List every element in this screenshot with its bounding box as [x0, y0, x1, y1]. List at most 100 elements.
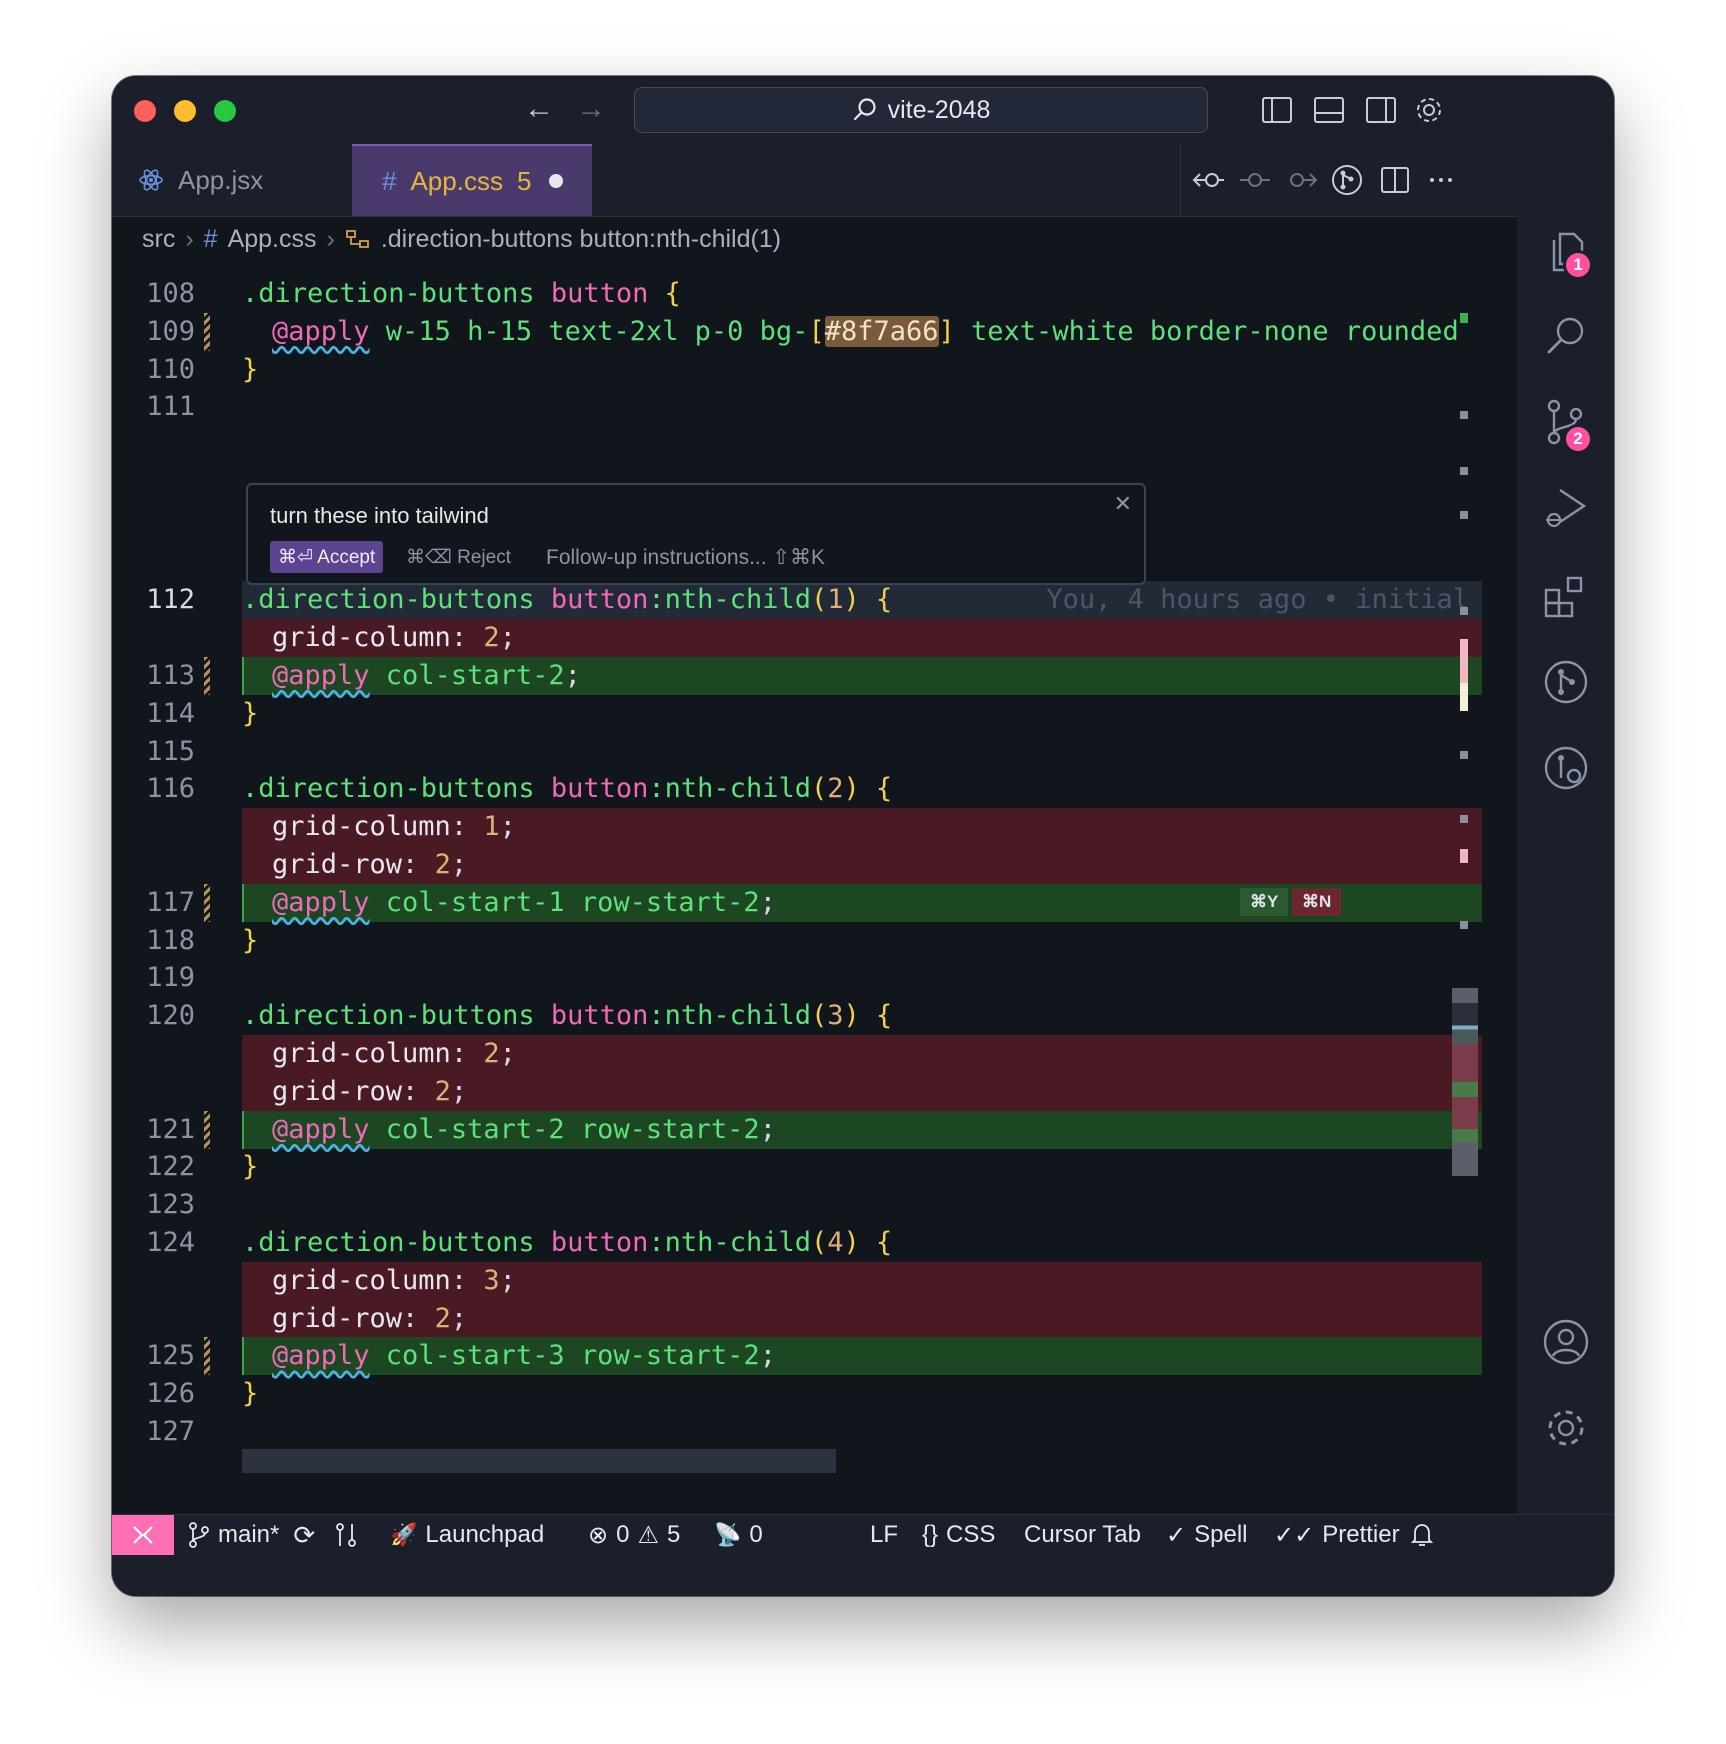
- settings-gear-icon[interactable]: [1412, 93, 1446, 127]
- accept-button[interactable]: ⌘⏎ Accept: [270, 541, 384, 573]
- horizontal-scrollbar[interactable]: [242, 1449, 836, 1473]
- git-modified-gutter-mark[interactable]: [204, 883, 210, 922]
- tab-app-jsx[interactable]: App.jsx: [112, 144, 352, 216]
- code-token: grid-column: [272, 622, 451, 654]
- search-icon: [853, 98, 876, 121]
- code-line[interactable]: 120 .direction-buttons button:nth-child(3…: [112, 997, 1517, 1035]
- git-history-icon[interactable]: [1542, 744, 1590, 792]
- toggle-secondary-sidebar-icon[interactable]: [1364, 93, 1398, 127]
- code-line[interactable]: grid-column: 2;: [112, 1035, 1517, 1073]
- command-center-search[interactable]: vite-2048: [634, 87, 1208, 133]
- back-arrow-icon[interactable]: ←: [524, 94, 554, 124]
- reject-change-chip[interactable]: ⌘N: [1292, 887, 1342, 916]
- code-line[interactable]: grid-column: 3;: [112, 1261, 1517, 1300]
- git-modified-gutter-mark[interactable]: [204, 312, 210, 351]
- git-branch-icon: [189, 1522, 209, 1548]
- code-line[interactable]: 127: [112, 1413, 1517, 1451]
- split-editor-icon[interactable]: [1377, 162, 1413, 198]
- git-commit-icon[interactable]: [1237, 162, 1273, 198]
- code-line[interactable]: 125 @apply col-start-3 row-start-2;: [112, 1337, 1517, 1376]
- code-line[interactable]: grid-column: 1;: [112, 808, 1517, 847]
- go-to-next-change-icon[interactable]: [1283, 162, 1319, 198]
- cursor-tab-indicator[interactable]: Cursor Tab: [1024, 1515, 1141, 1555]
- hash-icon: #: [203, 225, 218, 253]
- git-modified-gutter-mark[interactable]: [204, 1110, 210, 1149]
- git-modified-gutter-mark[interactable]: [204, 657, 210, 695]
- language-indicator[interactable]: {} CSS: [922, 1515, 995, 1555]
- line-number: 110: [146, 353, 195, 385]
- breadcrumb-folder[interactable]: src: [142, 225, 175, 254]
- code-line[interactable]: 113 @apply col-start-2;: [112, 657, 1517, 695]
- close-window-button[interactable]: [134, 100, 156, 122]
- run-and-debug-icon[interactable]: [1542, 484, 1590, 532]
- zoom-window-button[interactable]: [214, 100, 236, 122]
- more-actions-icon[interactable]: [1423, 162, 1459, 198]
- forward-arrow-icon[interactable]: →: [576, 94, 606, 124]
- accept-change-chip[interactable]: ⌘Y: [1240, 887, 1289, 916]
- code-line[interactable]: grid-column: 2;: [112, 619, 1517, 658]
- git-graph-icon[interactable]: [1329, 162, 1365, 198]
- close-icon[interactable]: ✕: [1114, 491, 1132, 517]
- code-line[interactable]: 121 @apply col-start-2 row-start-2;: [112, 1110, 1517, 1149]
- code-line[interactable]: 111: [112, 388, 1517, 426]
- unsaved-dot-icon[interactable]: [549, 174, 564, 188]
- code-token: }: [242, 353, 259, 385]
- sync-icon[interactable]: ⟳: [293, 1520, 315, 1551]
- notifications-button[interactable]: [1410, 1515, 1434, 1555]
- minimap-slider[interactable]: [1452, 988, 1478, 1176]
- git-graph-icon[interactable]: [1542, 658, 1590, 706]
- code-line[interactable]: 114}: [112, 695, 1517, 733]
- eol-label: LF: [870, 1521, 899, 1548]
- account-icon[interactable]: [1542, 1318, 1590, 1366]
- remote-icon: [133, 1526, 153, 1544]
- code-line[interactable]: 119: [112, 959, 1517, 997]
- code-line[interactable]: 110}: [112, 351, 1517, 389]
- code-line[interactable]: 108 .direction-buttons button {: [112, 275, 1517, 313]
- code-token: [: [808, 315, 825, 347]
- spell-indicator[interactable]: ✓ Spell: [1166, 1515, 1247, 1555]
- code-line[interactable]: grid-row: 2;: [112, 1299, 1517, 1338]
- code-line[interactable]: 117 @apply col-start-1 row-start-2; ⌘Y ⌘N: [112, 883, 1517, 922]
- code-token: col-start-3 row-start-2: [369, 1340, 760, 1372]
- remote-indicator[interactable]: [112, 1515, 174, 1555]
- git-compare-icon: [336, 1523, 356, 1547]
- branch-indicator[interactable]: main* ⟳: [188, 1515, 315, 1555]
- code-line[interactable]: grid-row: 2;: [112, 846, 1517, 884]
- tab-app-css[interactable]: # App.css 5: [352, 144, 592, 216]
- code-line[interactable]: 123: [112, 1186, 1517, 1224]
- code-line[interactable]: 118}: [112, 922, 1517, 960]
- prettier-indicator[interactable]: ✓✓ Prettier: [1274, 1515, 1400, 1555]
- explorer-badge: 1: [1563, 250, 1593, 280]
- code-line[interactable]: 109 @apply w-15 h-15 text-2xl p-0 bg-[#8f…: [112, 312, 1517, 351]
- eol-indicator[interactable]: LF: [870, 1515, 898, 1555]
- breadcrumb-file[interactable]: App.css: [228, 225, 317, 254]
- git-modified-gutter-mark[interactable]: [204, 1337, 210, 1376]
- breadcrumb-symbol[interactable]: .direction-buttons button:nth-child(1): [381, 225, 781, 254]
- ports-indicator[interactable]: 📡 0: [714, 1515, 763, 1555]
- code-line[interactable]: 122}: [112, 1148, 1517, 1186]
- code-token: 2: [434, 1075, 451, 1107]
- code-line[interactable]: 116 .direction-buttons button:nth-child(2…: [112, 770, 1517, 808]
- git-graph-status[interactable]: [334, 1515, 358, 1555]
- code-line[interactable]: 112 .direction-buttons button:nth-child(1…: [112, 581, 1517, 620]
- code-token: }: [242, 1378, 259, 1410]
- follow-up-input[interactable]: Follow-up instructions... ⇧⌘K: [546, 541, 825, 573]
- problems-indicator[interactable]: ⊗ 0 ⚠ 5: [588, 1515, 680, 1555]
- search-icon[interactable]: [1542, 312, 1590, 360]
- code-token: (: [810, 1000, 828, 1032]
- line-number: 118: [146, 924, 195, 956]
- line-number: 124: [146, 1227, 195, 1258]
- code-editor[interactable]: 108 .direction-buttons button {109 @apply …: [112, 263, 1517, 1514]
- toggle-panel-icon[interactable]: [1312, 93, 1346, 127]
- code-line[interactable]: 124 .direction-buttons button:nth-child(4…: [112, 1224, 1517, 1262]
- launchpad-button[interactable]: 🚀 Launchpad: [390, 1515, 544, 1555]
- code-line[interactable]: grid-row: 2;: [112, 1072, 1517, 1111]
- code-line[interactable]: 126}: [112, 1375, 1517, 1413]
- code-line[interactable]: 115: [112, 733, 1517, 771]
- extensions-icon[interactable]: [1542, 572, 1590, 620]
- minimize-window-button[interactable]: [174, 100, 196, 122]
- manage-gear-icon[interactable]: [1542, 1404, 1590, 1452]
- go-to-previous-change-icon[interactable]: [1191, 162, 1227, 198]
- reject-button[interactable]: ⌘⌫ Reject: [406, 541, 511, 573]
- toggle-primary-sidebar-icon[interactable]: [1260, 93, 1294, 127]
